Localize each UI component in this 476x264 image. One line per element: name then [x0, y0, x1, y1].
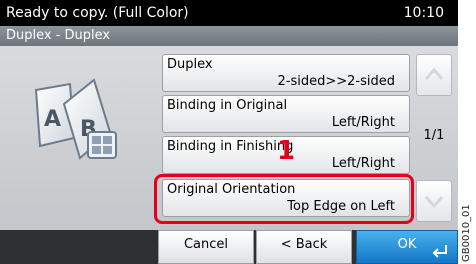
page-indicator: 1/1: [423, 128, 445, 143]
option-binding-original[interactable]: Binding in Original Left/Right: [162, 95, 410, 133]
back-button[interactable]: < Back: [256, 230, 352, 264]
option-label: Binding in Finishing: [167, 139, 294, 154]
option-label: Binding in Original: [167, 98, 288, 113]
option-label: Duplex: [167, 57, 213, 72]
option-duplex[interactable]: Duplex 2-sided>>2-sided: [162, 54, 410, 92]
chevron-up-icon: [424, 67, 444, 80]
scroll-down-button[interactable]: [416, 180, 452, 222]
scroll-up-button[interactable]: [416, 54, 452, 96]
illustration-letter-a: A: [44, 107, 61, 132]
step-marker: 1: [277, 136, 296, 166]
chevron-down-icon: [424, 196, 444, 209]
clock: 10:10: [403, 5, 444, 21]
status-bar: Ready to copy. (Full Color) 10:10: [0, 0, 458, 26]
copier-panel: Ready to copy. (Full Color) 10:10 Duplex…: [0, 0, 458, 264]
highlight-callout: [154, 174, 414, 224]
enter-icon: [432, 245, 447, 258]
option-value: Left/Right: [331, 156, 395, 171]
back-label: < Back: [280, 237, 328, 252]
cancel-label: Cancel: [183, 237, 229, 252]
reference-code: GB0010_01: [461, 204, 472, 262]
cancel-button[interactable]: Cancel: [158, 230, 254, 264]
screen-title: Duplex - Duplex: [6, 28, 111, 43]
option-value: 2-sided>>2-sided: [277, 74, 395, 89]
option-value: Left/Right: [331, 115, 395, 130]
breadcrumb: Duplex - Duplex: [0, 26, 458, 46]
ok-button[interactable]: OK: [356, 230, 458, 264]
content-area: A B Duplex 2-sided>>2-sided Binding in O…: [0, 46, 458, 230]
duplex-document-icon: A B: [34, 78, 117, 160]
status-message: Ready to copy. (Full Color): [6, 5, 189, 21]
